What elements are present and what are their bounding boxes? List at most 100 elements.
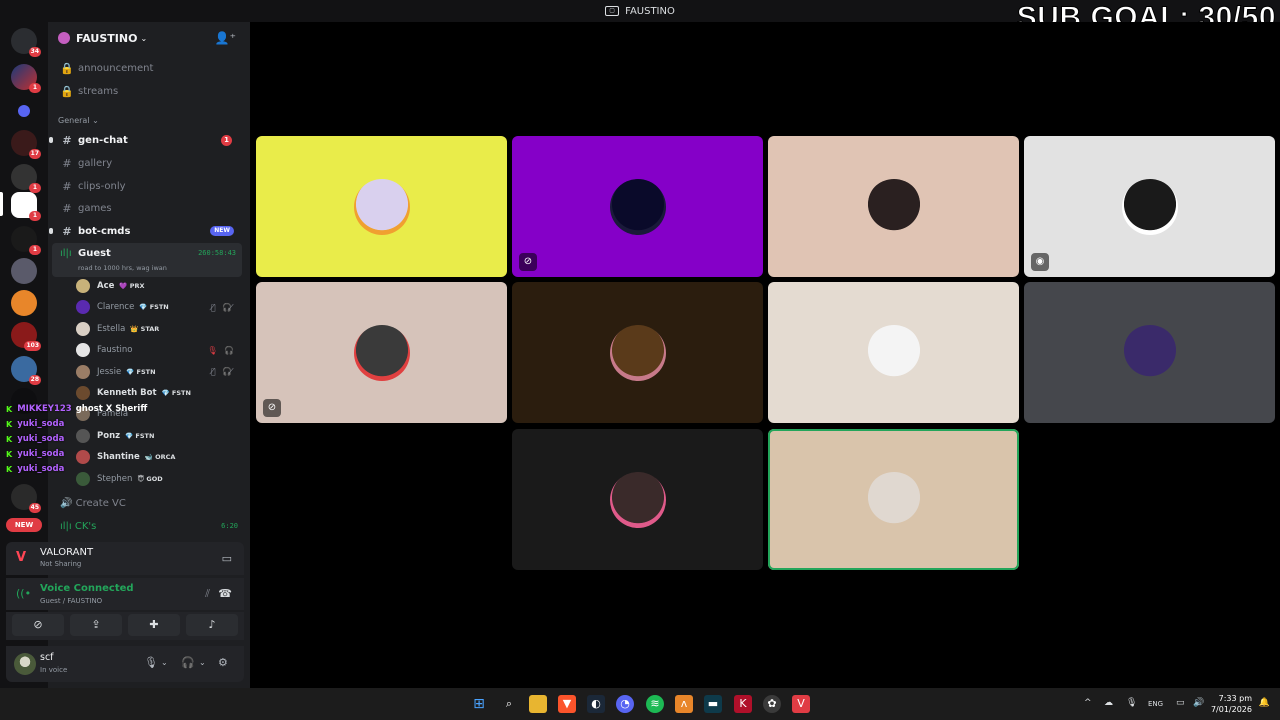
headphones-icon[interactable]: 🎧 [181, 656, 195, 669]
server-icon-4[interactable]: 1 [11, 226, 41, 255]
participant-tile[interactable] [256, 136, 507, 277]
server-icon-7[interactable]: 28 [11, 356, 41, 385]
app-icon[interactable]: ʌ [675, 695, 693, 713]
voice-channel-ck[interactable]: ıl|ı CK's 6:20 [60, 521, 238, 532]
chevron-down-icon[interactable]: ⌄ [161, 658, 168, 667]
camera-off-button[interactable]: ⊘ [12, 614, 64, 636]
system-clock[interactable]: 7:33 pm 7/01/2026 [1211, 693, 1252, 715]
server-icon-3[interactable]: 1 [11, 164, 41, 193]
voice-channel-guest[interactable]: ıl|ı Guest road to 1000 hrs, wag iwan 26… [52, 243, 242, 277]
volume-icon[interactable]: 🔊 [1193, 698, 1204, 708]
channel-gen-chat[interactable]: # gen-chat 1 [49, 130, 242, 150]
server-icon-1[interactable]: 1 [11, 64, 41, 93]
server-icon-pizzeria[interactable] [11, 290, 37, 316]
channel-gallery[interactable]: # gallery [52, 153, 242, 173]
chevron-up-icon[interactable]: ^ [1084, 698, 1092, 708]
participant-tile[interactable] [768, 136, 1019, 277]
avatar [76, 386, 90, 400]
voice-member[interactable]: Estella 👑 STAR [76, 320, 246, 338]
voice-member[interactable]: Faustino 🎙 🎧 [76, 341, 246, 359]
voice-member[interactable]: Jessie 💎 FSTN 🎙̸ 🎧̸ [76, 363, 246, 381]
gear-icon[interactable]: ⚙ [218, 656, 228, 669]
microphone-icon[interactable]: 🎙 [144, 656, 158, 669]
server-icon-5[interactable] [11, 258, 37, 284]
app-icon-settings[interactable]: ✿ [763, 695, 781, 713]
speaker-icon: 🔊 [60, 498, 76, 509]
kick-icon: K [6, 434, 13, 444]
folder-icon[interactable] [18, 105, 30, 117]
channel-announcement[interactable]: 🔒 announcement [52, 58, 242, 78]
voice-member[interactable]: Shantine 🐋 ORCA [76, 448, 246, 466]
soundboard-button[interactable]: ♪ [186, 614, 238, 636]
create-vc-channel[interactable]: 🔊 Create VC [60, 498, 126, 509]
server-icon-6[interactable]: 103 [11, 322, 41, 351]
onedrive-icon[interactable]: ☁ [1104, 698, 1113, 708]
language-indicator[interactable]: ENG [1148, 700, 1163, 708]
voice-member[interactable]: Kenneth Bot 💎 FSTN [76, 384, 246, 402]
discord-home-icon[interactable]: 34 [11, 28, 41, 57]
steam-icon[interactable]: ◐ [587, 695, 605, 713]
participant-tile[interactable] [512, 429, 763, 570]
member-name: Shantine [97, 452, 140, 463]
participant-tile[interactable] [1024, 282, 1275, 423]
category-general[interactable]: General ⌄ [58, 116, 99, 125]
participant-tile[interactable] [768, 282, 1019, 423]
voice-status-panel: ((• Voice Connected Guest / FAUSTINO ⫽ ☎ [6, 578, 244, 610]
disconnect-icon[interactable]: ☎ [218, 587, 232, 600]
guild-header[interactable]: FAUSTINO ⌄ 👤⁺ [48, 22, 250, 54]
windows-start-icon[interactable]: ⊞ [470, 695, 488, 713]
file-explorer-icon[interactable] [529, 695, 547, 713]
mute-deafen-icon: 🎙̸ 🎧̸ [210, 302, 236, 312]
spotify-icon[interactable]: ≋ [646, 695, 664, 713]
network-icon[interactable]: ▭ [1176, 698, 1185, 708]
new-servers-tag[interactable]: NEW [6, 518, 42, 532]
voice-member[interactable]: Ace 💜 PRX [76, 277, 246, 295]
stream-status-icon: ⊘ [263, 399, 281, 417]
app-icon-k[interactable]: K [734, 695, 752, 713]
chat-username: yuki_soda [17, 464, 65, 474]
notification-icon[interactable]: 🔔 [1259, 698, 1270, 708]
voice-controls: ⊘ ⇪ ✚ ♪ [6, 612, 244, 640]
chat-overlay-message: K MIKKEY123 ghost X Sheriff [6, 404, 147, 414]
member-tag: 👑 STAR [130, 324, 160, 333]
avatar [76, 450, 90, 465]
participant-tile[interactable] [512, 282, 763, 423]
chevron-down-icon[interactable]: ⌄ [199, 658, 206, 667]
channel-clips-only[interactable]: # clips-only [52, 176, 242, 196]
member-name: Faustino [97, 345, 133, 356]
mute-deafen-icon: 🎙 🎧 [207, 345, 236, 355]
microphone-icon[interactable]: 🎙 [1126, 698, 1137, 708]
screen-share-icon[interactable]: ▭ [222, 552, 232, 565]
chat-overlay-message: Kyuki_soda [6, 419, 64, 429]
channel-streams[interactable]: 🔒 streams [52, 81, 242, 101]
voice-member[interactable]: Clarence 💎 FSTN 🎙̸ 🎧̸ [76, 298, 246, 316]
user-panel: scf In voice 🎙 ⌄ 🎧 ⌄ ⚙ [6, 646, 244, 682]
voice-member[interactable]: Ponz 💎 FSTN [76, 427, 246, 445]
voice-member[interactable]: Stephen 😇 GOD [76, 470, 246, 488]
brave-icon[interactable]: ▼ [558, 695, 576, 713]
participant-tile[interactable] [768, 429, 1019, 570]
channel-games[interactable]: # games [52, 198, 242, 218]
stream-status-icon: ◉ [1031, 253, 1049, 271]
search-icon[interactable]: ⌕ [500, 695, 518, 713]
participant-tile[interactable]: ◉ [1024, 136, 1275, 277]
server-icon-9[interactable]: 45 [11, 484, 41, 513]
activities-button[interactable]: ✚ [128, 614, 180, 636]
avatar[interactable] [14, 653, 36, 675]
channel-bot-cmds[interactable]: # bot-cmds NEW [49, 221, 242, 241]
server-icon-faustino[interactable]: 1 [11, 192, 41, 221]
participant-tile[interactable]: ⊘ [512, 136, 763, 277]
member-name: Ace [97, 281, 115, 291]
avatar [76, 364, 90, 379]
noise-suppression-icon[interactable]: ⫽ [205, 587, 210, 601]
hash-icon: # [62, 156, 72, 170]
share-screen-button[interactable]: ⇪ [70, 614, 122, 636]
terminal-icon[interactable]: ▬ [704, 695, 722, 713]
member-name: Stephen [97, 473, 133, 484]
invite-icon[interactable]: 👤⁺ [215, 31, 236, 45]
valorant-taskbar-icon[interactable]: V [792, 695, 810, 713]
discord-icon[interactable]: ◔ [616, 695, 634, 713]
server-icon-2[interactable]: 17 [11, 130, 41, 159]
participant-tile[interactable]: ⊘ [256, 282, 507, 423]
lock-icon: 🔒 [60, 84, 74, 98]
